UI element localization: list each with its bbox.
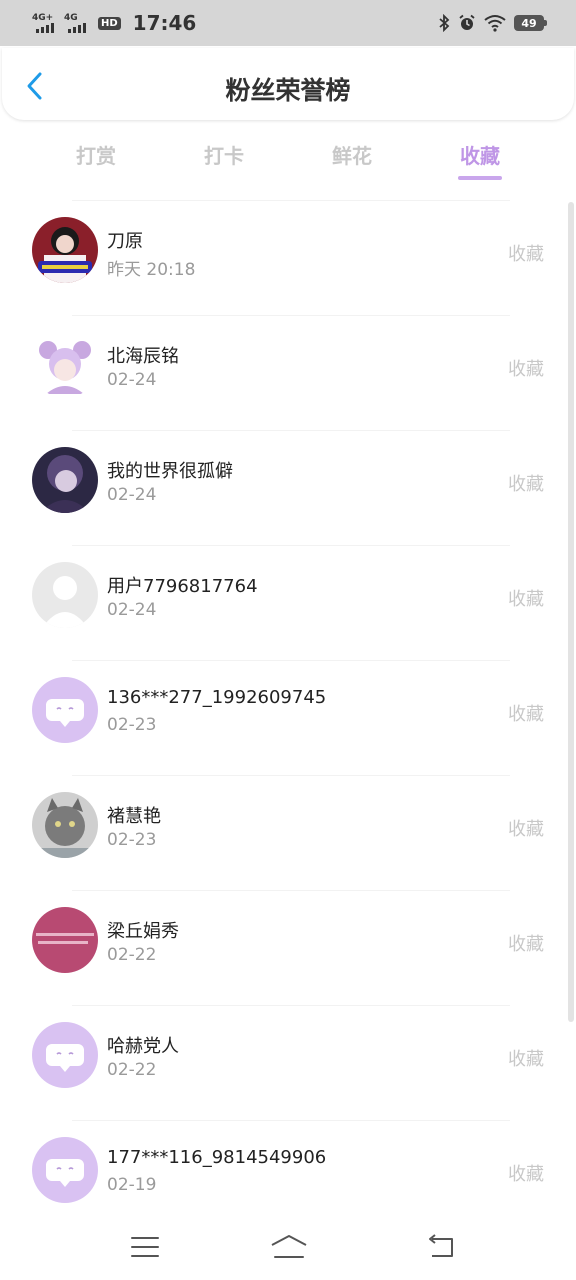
row-divider: [72, 545, 510, 546]
wifi-icon: [484, 15, 506, 32]
top-app-bar: 粉丝荣誉榜: [2, 48, 574, 120]
list-item[interactable]: 褚慧艳 02-23 收藏: [0, 775, 560, 890]
home-icon: [271, 1235, 307, 1258]
fan-name: 136***277_1992609745: [107, 687, 327, 708]
back-nav-icon: [429, 1234, 453, 1257]
menu-icon: [131, 1237, 159, 1257]
chat-bubble-avatar[interactable]: [32, 1022, 98, 1088]
list-item[interactable]: 用户7796817764 02-24 收藏: [0, 545, 560, 660]
list-item[interactable]: 177***116_9814549906 02-19 收藏: [0, 1120, 560, 1216]
active-tab-indicator: [458, 176, 502, 180]
fan-time: 02-22: [107, 1060, 157, 1080]
fan-name: 哈赫党人: [107, 1036, 179, 1057]
row-divider: [72, 315, 510, 316]
fan-name: 北海辰铭: [107, 346, 179, 367]
row-divider: [72, 890, 510, 891]
signal-4g-plus-icon: 4G+: [32, 13, 58, 33]
fan-name: 刀原: [107, 231, 143, 252]
default-user-avatar[interactable]: [32, 562, 98, 628]
list-item[interactable]: 北海辰铭 02-24 收藏: [0, 315, 560, 430]
alarm-icon: [459, 14, 475, 30]
fan-name: 177***116_9814549906: [107, 1147, 327, 1168]
avatar[interactable]: [32, 447, 98, 513]
action-label: 收藏: [508, 244, 544, 265]
battery-icon: 49: [514, 15, 547, 31]
fan-name: 褚慧艳: [107, 806, 161, 827]
row-divider: [72, 430, 510, 431]
tab-reward[interactable]: 打赏: [46, 140, 146, 169]
row-divider: [72, 775, 510, 776]
battery-level: 49: [521, 16, 537, 30]
back-nav-button[interactable]: [420, 1230, 460, 1264]
fan-time: 02-24: [107, 485, 157, 505]
home-button[interactable]: [266, 1230, 312, 1264]
chat-bubble-avatar[interactable]: [32, 677, 98, 743]
fan-time: 02-22: [107, 945, 157, 965]
action-label: 收藏: [508, 474, 544, 495]
fan-name: 我的世界很孤僻: [107, 461, 233, 482]
action-label: 收藏: [508, 359, 544, 380]
fan-time: 02-19: [107, 1175, 157, 1195]
system-nav-bar: [0, 1216, 576, 1280]
bluetooth-icon: [439, 14, 450, 32]
row-divider: [72, 1120, 510, 1121]
row-divider: [72, 200, 510, 201]
avatar[interactable]: [32, 332, 98, 398]
action-label: 收藏: [508, 819, 544, 840]
fan-name: 梁丘娟秀: [107, 921, 179, 942]
fan-name: 用户7796817764: [107, 576, 258, 597]
row-divider: [72, 660, 510, 661]
fan-time: 02-23: [107, 830, 157, 850]
menu-button[interactable]: [125, 1230, 165, 1264]
avatar[interactable]: [32, 792, 98, 858]
tab-checkin[interactable]: 打卡: [174, 140, 274, 169]
list-item[interactable]: 哈赫党人 02-22 收藏: [0, 1005, 560, 1120]
list-item[interactable]: 梁丘娟秀 02-22 收藏: [0, 890, 560, 1005]
action-label: 收藏: [508, 934, 544, 955]
fan-time: 02-24: [107, 600, 157, 620]
scrollbar[interactable]: [568, 202, 574, 1022]
hd-voice-badge: HD: [98, 16, 121, 30]
action-label: 收藏: [508, 589, 544, 610]
status-time: 17:46: [132, 11, 197, 35]
action-label: 收藏: [508, 704, 544, 725]
chat-bubble-avatar[interactable]: [32, 1137, 98, 1203]
fan-time: 02-23: [107, 715, 157, 735]
status-bar: 4G+ 4G HD 17:46 49: [0, 0, 576, 46]
avatar[interactable]: [32, 907, 98, 973]
action-label: 收藏: [508, 1164, 544, 1185]
avatar[interactable]: [32, 217, 98, 283]
list-item[interactable]: 刀原 昨天 20:18 收藏: [0, 200, 560, 315]
page-title: 粉丝荣誉榜: [225, 76, 351, 105]
tab-favorites[interactable]: 收藏: [430, 140, 530, 169]
row-divider: [72, 1005, 510, 1006]
fan-time: 02-24: [107, 370, 157, 390]
fan-list[interactable]: 刀原 昨天 20:18 收藏 北海辰铭 02-24 收藏 我的世界很孤僻 02-…: [0, 200, 576, 1216]
action-label: 收藏: [508, 1049, 544, 1070]
list-item[interactable]: 我的世界很孤僻 02-24 收藏: [0, 430, 560, 545]
list-item[interactable]: 136***277_1992609745 02-23 收藏: [0, 660, 560, 775]
tab-flowers[interactable]: 鲜花: [302, 140, 402, 169]
tab-bar: 打赏 打卡 鲜花 收藏: [0, 130, 576, 180]
signal-4g-icon: 4G: [64, 13, 90, 33]
fan-time: 昨天 20:18: [107, 260, 196, 280]
